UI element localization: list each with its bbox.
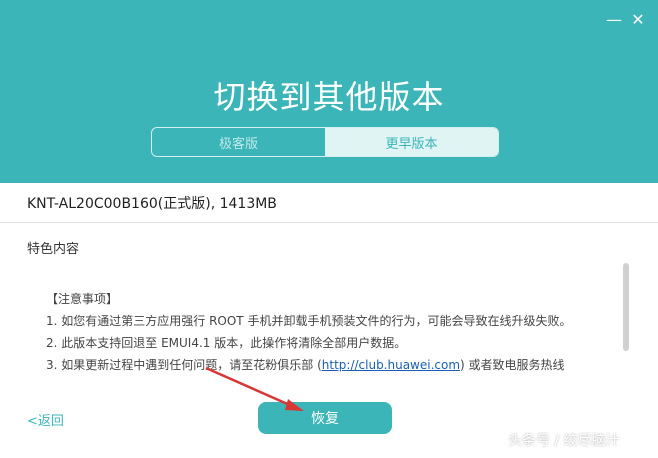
annotation-arrow-icon	[205, 366, 304, 411]
watermark: 头条号 / 绞尽脑汁	[508, 433, 620, 449]
